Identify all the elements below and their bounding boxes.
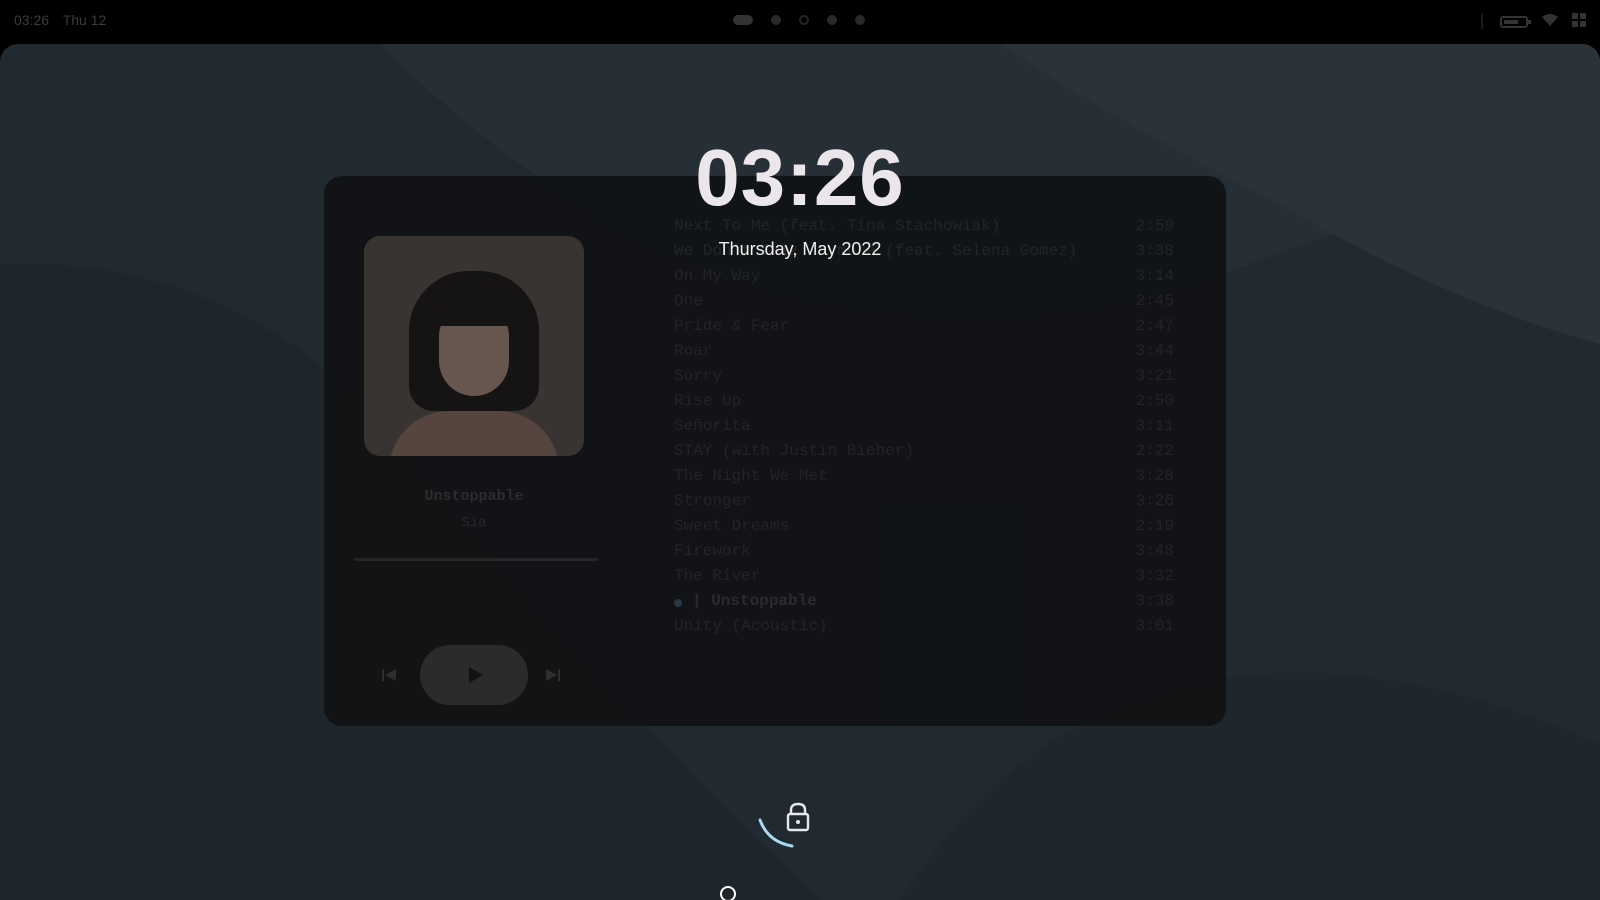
workspace-3[interactable] [799, 15, 809, 25]
track-duration: 2:19 [1135, 517, 1174, 535]
lock-icon [786, 802, 810, 832]
track-duration: 3:21 [1135, 367, 1174, 385]
track-duration: 3:38 [1135, 242, 1174, 260]
track-row[interactable]: Pride & Fear 2:47 [674, 314, 1174, 339]
album-art-shoulders [389, 411, 559, 456]
track-row-current[interactable]: | Unstoppable 3:38 [674, 589, 1174, 614]
previous-button[interactable] [382, 667, 398, 686]
track-title: Sweet Dreams [674, 517, 790, 535]
track-title: | Unstoppable [692, 592, 817, 610]
workspace-indicator [733, 15, 865, 25]
track-row[interactable]: The River 3:32 [674, 564, 1174, 589]
track-duration: 3:28 [1135, 467, 1174, 485]
now-playing-title: Unstoppable [424, 488, 524, 505]
track-row[interactable]: On My Way 3:14 [674, 264, 1174, 289]
track-duration: 3:44 [1135, 342, 1174, 360]
track-row[interactable]: Sorry 3:21 [674, 364, 1174, 389]
track-title: Unity (Acoustic) [674, 617, 828, 635]
workspace-2[interactable] [771, 15, 781, 25]
track-row[interactable]: Roar 3:44 [674, 339, 1174, 364]
play-icon [469, 667, 483, 683]
track-duration: 2:59 [1135, 217, 1174, 235]
battery-fill [1504, 20, 1518, 24]
topbar-day: Thu 12 [62, 12, 107, 28]
track-duration: 3:48 [1135, 542, 1174, 560]
workspace-5[interactable] [855, 15, 865, 25]
track-row[interactable]: Stronger 3:26 [674, 489, 1174, 514]
battery-icon[interactable] [1500, 16, 1531, 28]
play-button[interactable] [420, 645, 528, 705]
skip-previous-icon [382, 669, 396, 681]
track-duration: 3:01 [1135, 617, 1174, 635]
track-duration: 2:22 [1135, 442, 1174, 460]
track-duration: 2:45 [1135, 292, 1174, 310]
track-row[interactable]: Sweet Dreams 2:19 [674, 514, 1174, 539]
track-duration: 2:47 [1135, 317, 1174, 335]
grid-icon[interactable] [1572, 13, 1586, 31]
track-duration: 2:50 [1135, 392, 1174, 410]
workspace-1[interactable] [733, 15, 753, 25]
track-title: Sorry [674, 367, 723, 385]
track-title: STAY (with Justin Bieber) [674, 442, 915, 460]
track-title: Señorita [674, 417, 751, 435]
track-row[interactable]: Unity (Acoustic) 3:01 [674, 614, 1174, 639]
top-bar: 03:26 Thu 12 │ [0, 0, 1600, 44]
track-row[interactable]: Firework 3:48 [674, 539, 1174, 564]
progress-bar[interactable] [354, 558, 598, 561]
track-duration: 3:11 [1135, 417, 1174, 435]
track-title: The Night We Met [674, 467, 828, 485]
lock-clock: 03:26 [695, 133, 905, 222]
next-button[interactable] [544, 667, 560, 686]
track-row[interactable]: STAY (with Justin Bieber) 2:22 [674, 439, 1174, 464]
wifi-icon[interactable] [1542, 13, 1558, 31]
track-row[interactable]: Rise Up 2:50 [674, 389, 1174, 414]
workspace-4[interactable] [827, 15, 837, 25]
track-duration: 3:26 [1135, 492, 1174, 510]
track-duration: 3:32 [1135, 567, 1174, 585]
track-row[interactable]: The Night We Met 3:28 [674, 464, 1174, 489]
unlock-indicator[interactable] [756, 800, 816, 862]
signal-icon: │ [1478, 14, 1486, 30]
track-title: Firework [674, 542, 751, 560]
track-title: One [674, 292, 703, 310]
album-art-fringe [432, 281, 516, 326]
track-duration: 3:14 [1135, 267, 1174, 285]
track-title: The River [674, 567, 761, 585]
track-title: Stronger [674, 492, 751, 510]
track-list: Next To Me (feat. Tina Stachowiak) 2:59 We… [674, 214, 1174, 639]
system-tray: │ [1478, 13, 1586, 31]
track-duration: 3:38 [1135, 592, 1174, 610]
topbar-clock: 03:26 Thu 12 [14, 12, 116, 28]
now-playing-artist: Sia [461, 515, 487, 531]
lock-date: Thursday, May 2022 [718, 239, 882, 259]
skip-next-icon [546, 669, 560, 681]
track-row[interactable]: One 2:45 [674, 289, 1174, 314]
album-art [364, 236, 584, 456]
track-title: Rise Up [674, 392, 742, 410]
track-row[interactable]: Señorita 3:11 [674, 414, 1174, 439]
mouse-cursor [720, 886, 736, 900]
topbar-time: 03:26 [14, 12, 50, 28]
track-title: On My Way [674, 267, 761, 285]
track-title: Pride & Fear [674, 317, 790, 335]
track-title: Roar [674, 342, 713, 360]
